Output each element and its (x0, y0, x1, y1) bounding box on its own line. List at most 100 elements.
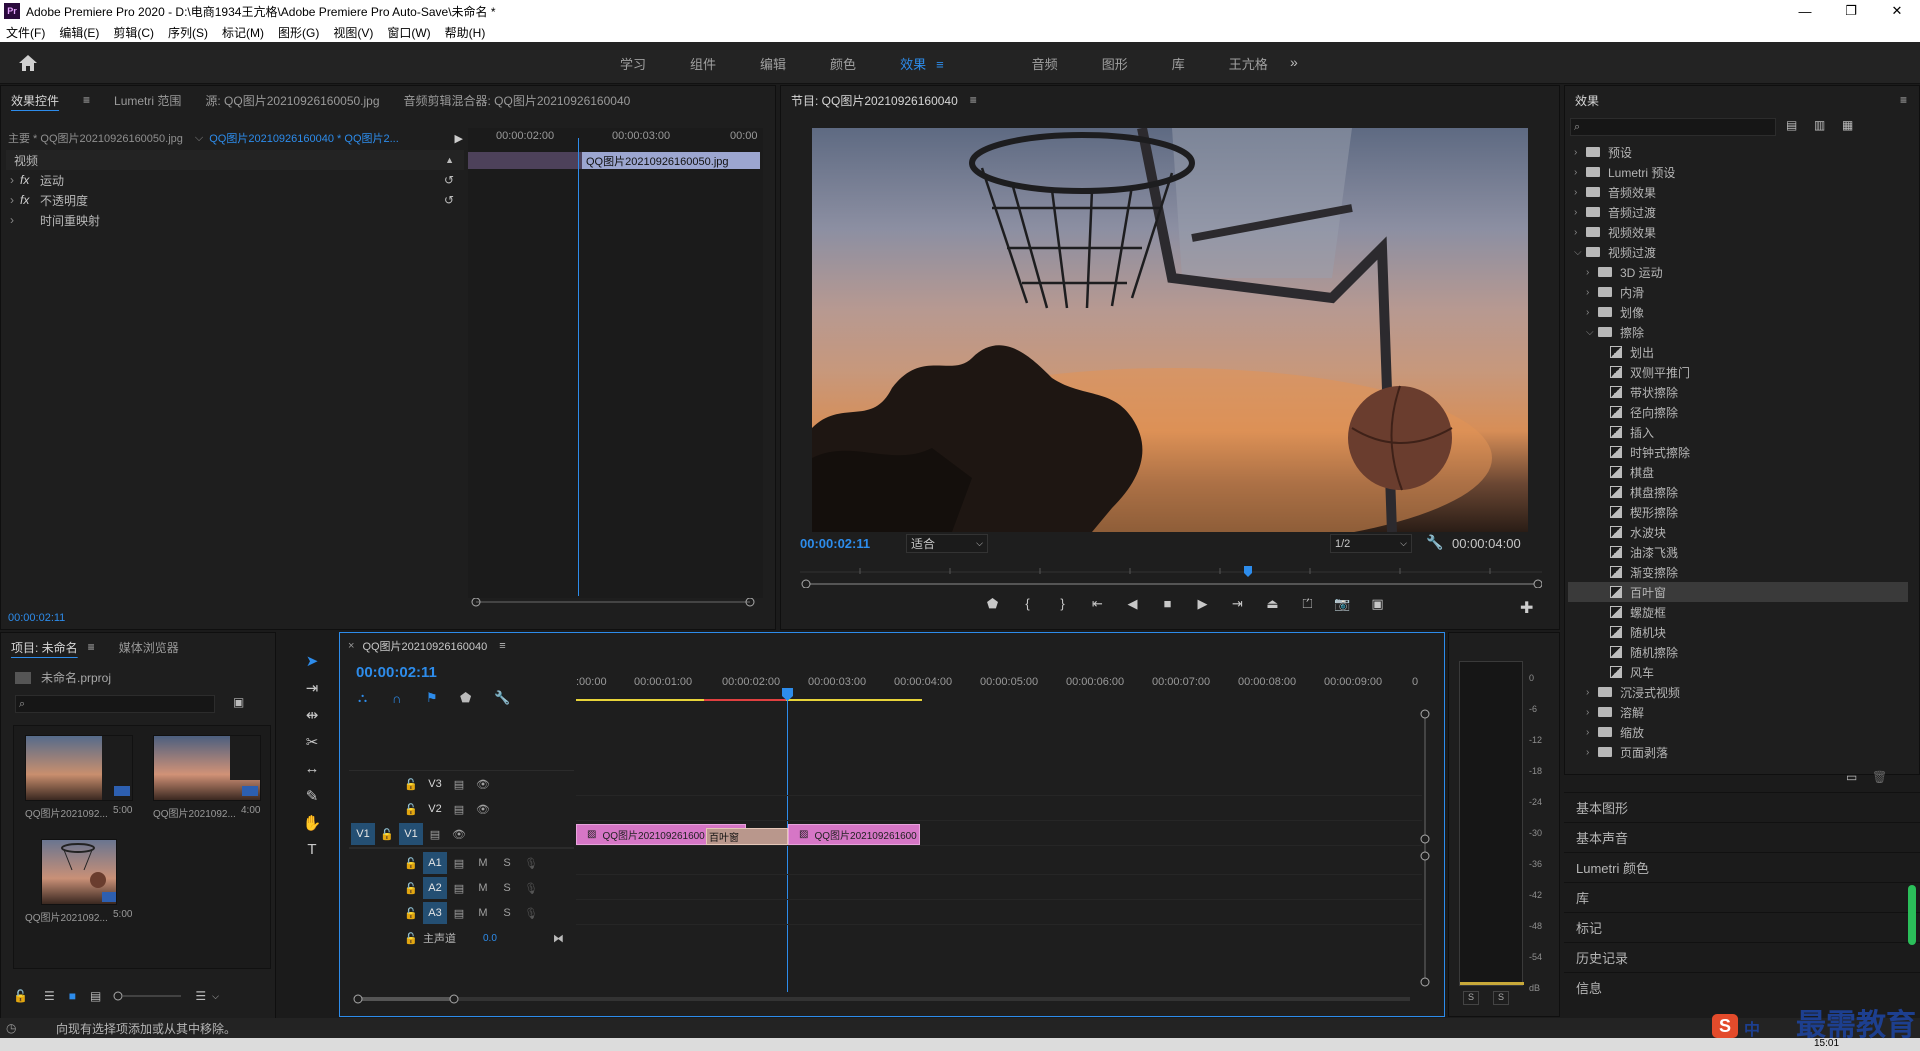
new-bin-icon[interactable]: ▭ (1846, 770, 1857, 784)
workspace-menu-icon[interactable]: ≡ (936, 57, 944, 72)
panel-scroll-indicator[interactable] (1908, 885, 1916, 945)
menu-window[interactable]: 窗口(W) (387, 24, 430, 41)
side-panel-tab[interactable]: 信息 (1564, 972, 1920, 1002)
effect-item[interactable]: 插入 (1568, 422, 1908, 442)
sync-lock-icon[interactable]: ▤ (447, 803, 471, 816)
hand-tool-icon[interactable]: ✋ (290, 814, 334, 841)
media-thumbnail[interactable] (153, 735, 261, 801)
effect-bin[interactable]: ⌵ 擦除 (1568, 322, 1908, 342)
track-select-tool-icon[interactable]: ⇥ (290, 679, 334, 706)
effect-item[interactable]: 螺旋框 (1568, 602, 1908, 622)
lock-icon[interactable]: 🔓 (399, 803, 423, 816)
panel-menu-icon[interactable]: ≡ (88, 640, 95, 654)
chevron-right-icon[interactable]: › (1586, 267, 1598, 278)
selection-tool-icon[interactable]: ➤ (290, 652, 334, 679)
effect-row-opacity[interactable]: › fx 不透明度 ↺ (6, 190, 464, 210)
chevron-right-icon[interactable]: › (1586, 287, 1598, 298)
resolution-select[interactable]: 1/2 ⌵ (1330, 534, 1412, 553)
track-lane-v2[interactable] (576, 797, 1422, 821)
add-marker-icon[interactable]: ⬟ (460, 690, 494, 706)
solo-right-button[interactable]: S (1493, 991, 1509, 1005)
microphone-icon[interactable]: 🎙 (519, 857, 543, 870)
master-volume-value[interactable]: 0.0 (483, 933, 533, 944)
home-icon[interactable] (18, 54, 38, 72)
effect-row-motion[interactable]: › fx 运动 ↺ (6, 170, 464, 190)
icon-view-icon[interactable]: ■ (69, 989, 76, 1003)
tab-media-browser[interactable]: 媒体浏览器 (119, 639, 179, 656)
list-view-icon[interactable]: ☰ (44, 989, 55, 1003)
freeform-view-icon[interactable]: ▤ (90, 989, 101, 1003)
fx-icon[interactable]: fx (20, 193, 40, 207)
sync-lock-icon[interactable]: ▤ (423, 828, 447, 841)
timeline-clip[interactable]: ▨ QQ图片202109261600 (788, 824, 920, 845)
sync-lock-icon[interactable]: ▤ (447, 882, 471, 895)
side-panel-tab[interactable]: 基本声音 (1564, 822, 1920, 852)
timeline-vertical-scrollbar[interactable] (1418, 708, 1432, 988)
effect-bin[interactable]: › 3D 运动 (1568, 262, 1908, 282)
lock-icon[interactable]: 🔓 (375, 828, 399, 841)
chevron-down-icon[interactable]: ⌵ (1574, 247, 1586, 258)
side-panel-tab[interactable]: 基本图形 (1564, 792, 1920, 822)
side-panel-tab[interactable]: 历史记录 (1564, 942, 1920, 972)
zoom-slider[interactable] (113, 991, 183, 1001)
timeline-sequence-tab[interactable]: QQ图片20210926160040 (362, 638, 487, 654)
workspace-tab-assembly[interactable]: 组件 (690, 54, 716, 73)
effect-item[interactable]: 百叶窗 (1568, 582, 1908, 602)
workspace-tab-color[interactable]: 颜色 (830, 54, 856, 73)
wrench-icon[interactable]: 🔧 (1426, 534, 1443, 551)
tab-audio-clip-mixer[interactable]: 音频剪辑混合器: QQ图片20210926160040 (404, 92, 631, 109)
chevron-right-icon[interactable]: › (10, 213, 14, 227)
menu-edit[interactable]: 编辑(E) (59, 24, 99, 41)
close-button[interactable]: ✕ (1874, 0, 1920, 22)
timeline-ruler[interactable]: :00:00 00:00:01:00 00:00:02:00 00:00:03:… (576, 676, 1422, 704)
sync-lock-icon[interactable]: ▤ (447, 778, 471, 791)
media-thumbnail[interactable] (25, 735, 133, 801)
workspace-tab-graphics[interactable]: 图形 (1102, 54, 1128, 73)
linked-selection-icon[interactable]: ⚑ (426, 690, 460, 706)
nest-icon[interactable]: ⛬ (358, 690, 392, 706)
timeline-zoom-scrollbar[interactable] (350, 992, 1420, 1006)
minimize-button[interactable]: — (1782, 0, 1828, 22)
effect-bin[interactable]: › 音频效果 (1568, 182, 1908, 202)
chevron-right-icon[interactable]: › (10, 193, 14, 207)
track-target-v2[interactable]: V2 (423, 798, 447, 820)
eye-icon[interactable]: 👁 (471, 778, 495, 791)
reset-icon[interactable]: ↺ (444, 173, 454, 187)
compare-view-icon[interactable]: ▣ (1360, 596, 1395, 612)
effect-bin[interactable]: › 缩放 (1568, 722, 1908, 742)
tab-lumetri-scopes[interactable]: Lumetri 范围 (114, 92, 181, 109)
effect-item[interactable]: 双侧平推门 (1568, 362, 1908, 382)
mark-in-icon[interactable]: { (1010, 596, 1045, 612)
mark-out-icon[interactable]: } (1045, 596, 1080, 612)
workspace-tab-libraries[interactable]: 库 (1172, 54, 1185, 73)
fx-icon[interactable]: fx (20, 173, 40, 187)
menu-graphics[interactable]: 图形(G) (278, 24, 319, 41)
reset-icon[interactable]: ↺ (444, 193, 454, 207)
collapse-icon[interactable]: ▲ (445, 155, 454, 165)
ripple-edit-tool-icon[interactable]: ⇹ (290, 706, 334, 733)
chevron-down-icon[interactable]: ⌵ (1586, 327, 1598, 338)
close-icon[interactable]: × (348, 640, 354, 652)
program-scrubber[interactable] (800, 566, 1543, 589)
lock-icon[interactable]: 🔓 (13, 989, 28, 1003)
panel-menu-icon[interactable]: ≡ (499, 640, 505, 652)
menu-help[interactable]: 帮助(H) (445, 24, 486, 41)
chevron-right-icon[interactable]: › (1574, 147, 1586, 158)
effect-item[interactable]: 棋盘擦除 (1568, 482, 1908, 502)
stop-icon[interactable]: ■ (1150, 596, 1185, 612)
eye-icon[interactable]: 👁 (471, 803, 495, 816)
panel-menu-icon[interactable]: ≡ (1900, 93, 1907, 107)
tab-effect-controls[interactable]: 效果控件 (11, 92, 59, 109)
go-to-in-icon[interactable]: ⇤ (1080, 596, 1115, 612)
chevron-right-icon[interactable]: › (1586, 707, 1598, 718)
export-frame-icon[interactable]: 📷 (1325, 596, 1360, 612)
effect-item[interactable]: 油漆飞溅 (1568, 542, 1908, 562)
timeline-transition[interactable]: 百叶窗 (706, 828, 788, 845)
effect-bin[interactable]: ⌵ 视频过渡 (1568, 242, 1908, 262)
razor-tool-icon[interactable]: ✂ (290, 733, 334, 760)
eye-icon[interactable]: 👁 (447, 828, 471, 841)
effect-controls-playhead[interactable] (578, 138, 579, 596)
effect-item[interactable]: 径向擦除 (1568, 402, 1908, 422)
program-monitor-title[interactable]: 节目: QQ图片20210926160040 (791, 92, 958, 109)
effect-item[interactable]: 划出 (1568, 342, 1908, 362)
